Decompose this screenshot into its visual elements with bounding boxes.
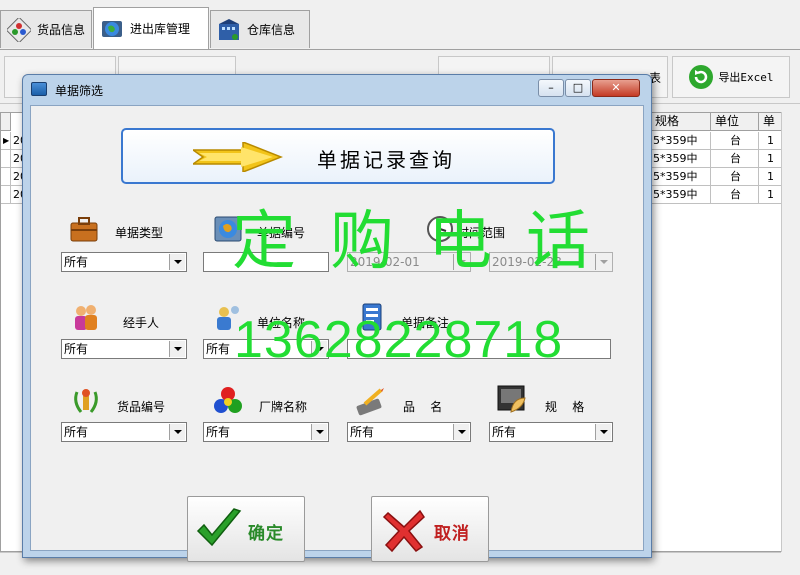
cancel-button[interactable]: 取消 bbox=[371, 496, 489, 562]
laurel-trophy-icon bbox=[74, 389, 98, 413]
grid-header-spec[interactable]: 规格 bbox=[651, 113, 711, 131]
tab-label: 货品信息 bbox=[37, 23, 86, 37]
spec-label: 规 格 bbox=[545, 400, 585, 414]
watermark-order-phone-text: 定购电话 bbox=[232, 205, 624, 279]
product-select[interactable]: 所有 bbox=[347, 422, 471, 442]
row-header-column bbox=[1, 113, 11, 131]
chevron-down-icon[interactable] bbox=[311, 424, 327, 440]
ok-button-label: 确定 bbox=[248, 524, 284, 544]
row-selector bbox=[1, 186, 11, 204]
item-no-select[interactable]: 所有 bbox=[61, 422, 187, 442]
globe-icon bbox=[102, 20, 122, 37]
banner-title: 单据记录查询 bbox=[317, 148, 455, 172]
export-excel-button[interactable]: 导出Excel bbox=[672, 56, 790, 98]
grid-cell: 5*359中 bbox=[651, 132, 711, 150]
doc-type-label: 单据类型 bbox=[115, 226, 164, 240]
spec-select[interactable]: 所有 bbox=[489, 422, 613, 442]
doc-type-value: 所有 bbox=[64, 255, 89, 269]
arrow-right-icon bbox=[193, 142, 283, 172]
grid-header-unit[interactable]: 单位 bbox=[711, 113, 759, 131]
grid-cell: 台 bbox=[711, 168, 759, 186]
item-no-label: 货品编号 bbox=[117, 400, 166, 414]
goods-icon bbox=[7, 17, 31, 42]
grid-cell: 台 bbox=[711, 186, 759, 204]
grid-cell: 台 bbox=[711, 150, 759, 168]
dialog-titlebar[interactable]: 单据筛选 – □ ✕ bbox=[23, 75, 651, 103]
chevron-down-icon[interactable] bbox=[169, 341, 185, 357]
close-button[interactable]: ✕ bbox=[592, 79, 640, 97]
cancel-button-label: 取消 bbox=[434, 524, 470, 544]
briefcase-icon bbox=[70, 217, 98, 242]
grid-cell: 1 bbox=[759, 150, 783, 168]
brand-label: 厂牌名称 bbox=[259, 400, 308, 414]
tab-label: 进出库管理 bbox=[130, 22, 191, 36]
module-tab-bar: 货品信息 进出库管理 仓库信息 bbox=[0, 0, 800, 50]
grid-cell: 5*359中 bbox=[651, 168, 711, 186]
grid-cell: 台 bbox=[711, 132, 759, 150]
handler-label: 经手人 bbox=[123, 316, 160, 330]
grid-cell: 1 bbox=[759, 186, 783, 204]
warehouse-icon bbox=[219, 18, 239, 40]
app-window-icon bbox=[31, 82, 47, 96]
row-selector bbox=[1, 150, 11, 168]
tab-warehouse-info[interactable]: 仓库信息 bbox=[210, 10, 310, 48]
tab-label: 仓库信息 bbox=[247, 23, 296, 37]
grid-header-qty[interactable]: 单 bbox=[759, 113, 783, 131]
chevron-down-icon[interactable] bbox=[595, 424, 611, 440]
color-dots-icon bbox=[214, 387, 242, 413]
row-pointer-icon: ▶ bbox=[1, 132, 11, 150]
minimize-button[interactable]: – bbox=[538, 79, 564, 97]
brand-select[interactable]: 所有 bbox=[203, 422, 329, 442]
grid-cell: 5*359中 bbox=[651, 186, 711, 204]
checkmark-icon bbox=[196, 508, 242, 547]
brand-value: 所有 bbox=[206, 425, 231, 439]
handler-value: 所有 bbox=[64, 342, 89, 356]
product-value: 所有 bbox=[350, 425, 375, 439]
grid-cell: 1 bbox=[759, 132, 783, 150]
product-pen-icon bbox=[356, 388, 384, 416]
product-label: 品 名 bbox=[403, 400, 443, 414]
tab-stock-management[interactable]: 进出库管理 bbox=[93, 7, 209, 49]
handler-select[interactable]: 所有 bbox=[61, 339, 187, 359]
spec-value: 所有 bbox=[492, 425, 517, 439]
item-no-value: 所有 bbox=[64, 425, 89, 439]
maximize-button[interactable]: □ bbox=[565, 79, 591, 97]
tab-goods-info[interactable]: 货品信息 bbox=[0, 10, 92, 48]
ok-button[interactable]: 确定 bbox=[187, 496, 305, 562]
chevron-down-icon[interactable] bbox=[453, 424, 469, 440]
users-icon bbox=[75, 305, 97, 330]
refresh-icon bbox=[689, 65, 714, 89]
doc-type-select[interactable]: 所有 bbox=[61, 252, 187, 272]
company-value: 所有 bbox=[206, 342, 231, 356]
export-excel-label: 导出Excel bbox=[718, 71, 774, 84]
chevron-down-icon[interactable] bbox=[169, 424, 185, 440]
cross-icon bbox=[382, 509, 425, 553]
spec-image-icon bbox=[497, 385, 526, 413]
dialog-title: 单据筛选 bbox=[55, 84, 104, 98]
grid-cell: 1 bbox=[759, 168, 783, 186]
chevron-down-icon[interactable] bbox=[169, 254, 185, 270]
grid-vertical-scrollbar[interactable] bbox=[781, 112, 798, 552]
grid-cell: 5*359中 bbox=[651, 150, 711, 168]
row-selector bbox=[1, 168, 11, 186]
watermark-phone-number: 13628228718 bbox=[234, 311, 564, 369]
query-banner: 单据记录查询 bbox=[121, 128, 555, 184]
